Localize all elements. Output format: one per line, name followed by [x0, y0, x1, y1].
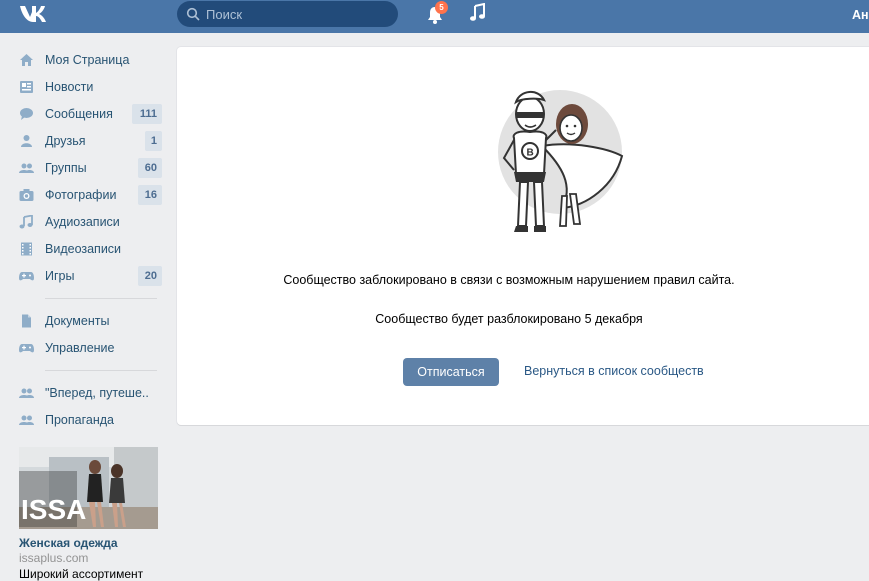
- sidebar-item-label: "Вперед, путеше..: [45, 386, 149, 400]
- sidebar-item-label: Друзья: [45, 134, 86, 148]
- menu-divider: [45, 298, 157, 299]
- news-icon: [20, 81, 33, 93]
- sidebar-item-group-travel[interactable]: "Вперед, путеше..: [0, 381, 170, 405]
- ad-logo-text: ISSA: [21, 494, 86, 525]
- ad-description: Широкий ассортимент: [19, 567, 144, 581]
- group-icon: [19, 415, 34, 425]
- group-icon: [19, 388, 34, 398]
- groups-icon: [19, 163, 34, 173]
- photos-count-badge: 16: [138, 185, 162, 205]
- document-icon: [22, 314, 31, 328]
- sidebar-item-photos[interactable]: Фотографии 16: [0, 183, 170, 207]
- messages-count-badge: 111: [132, 104, 162, 124]
- sidebar-item-my-page[interactable]: Моя Страница: [0, 48, 170, 72]
- sidebar-item-friends[interactable]: Друзья 1: [0, 129, 170, 153]
- sidebar-item-documents[interactable]: Документы: [0, 309, 170, 333]
- top-header: 5 Ан: [0, 0, 869, 33]
- sidebar-item-video[interactable]: Видеозаписи: [0, 237, 170, 261]
- sidebar-item-label: Моя Страница: [45, 53, 130, 67]
- vk-logo[interactable]: [18, 3, 52, 25]
- sidebar-item-label: Фотографии: [45, 188, 117, 202]
- games-icon: [19, 272, 34, 281]
- video-icon: [21, 242, 32, 256]
- sidebar-item-label: Группы: [45, 161, 87, 175]
- sidebar-item-label: Сообщения: [45, 107, 113, 121]
- sidebar-item-management[interactable]: Управление: [0, 336, 170, 360]
- friends-count-badge: 1: [145, 131, 162, 151]
- blocked-superhero-illustration: B: [498, 90, 624, 232]
- notifications-badge: 5: [435, 1, 448, 14]
- music-icon: [19, 215, 33, 229]
- sidebar-item-label: Игры: [45, 269, 75, 283]
- sidebar-item-games[interactable]: Игры 20: [0, 264, 170, 288]
- search-icon: [186, 7, 200, 21]
- sidebar-item-messages[interactable]: Сообщения 111: [0, 102, 170, 126]
- sidebar-item-label: Управление: [45, 341, 115, 355]
- camera-icon: [19, 189, 34, 201]
- groups-count-badge: 60: [138, 158, 162, 178]
- ad-image[interactable]: ISSA: [19, 447, 158, 529]
- unblock-date-message: Сообщество будет разблокировано 5 декабр…: [375, 312, 643, 326]
- ad-photo: ISSA: [19, 447, 158, 529]
- music-icon[interactable]: [469, 3, 487, 23]
- user-name[interactable]: Ан: [852, 8, 869, 22]
- svg-text:B: B: [527, 148, 534, 159]
- unsubscribe-button[interactable]: Отписаться: [403, 358, 499, 386]
- ad-title[interactable]: Женская одежда: [19, 536, 118, 550]
- search-box[interactable]: [177, 1, 398, 27]
- sidebar-item-news[interactable]: Новости: [0, 75, 170, 99]
- sidebar-item-groups[interactable]: Группы 60: [0, 156, 170, 180]
- sidebar-item-group-propaganda[interactable]: Пропаганда: [0, 408, 170, 432]
- sidebar-item-label: Документы: [45, 314, 110, 328]
- menu-divider: [45, 370, 157, 371]
- messages-icon: [20, 108, 33, 120]
- sidebar-item-audio[interactable]: Аудиозаписи: [0, 210, 170, 234]
- sidebar-item-label: Аудиозаписи: [45, 215, 120, 229]
- gamepad-icon: [19, 344, 34, 353]
- search-input[interactable]: [206, 6, 386, 22]
- games-count-badge: 20: [138, 266, 162, 286]
- ad-domain[interactable]: issaplus.com: [19, 551, 88, 565]
- blocked-message: Сообщество заблокировано в связи с возмо…: [283, 273, 735, 287]
- friends-icon: [21, 135, 32, 147]
- sidebar-item-label: Видеозаписи: [45, 242, 122, 256]
- sidebar-item-label: Пропаганда: [45, 413, 114, 427]
- home-icon: [20, 54, 33, 66]
- back-to-communities-link[interactable]: Вернуться в список сообществ: [524, 364, 704, 378]
- sidebar-item-label: Новости: [45, 80, 94, 94]
